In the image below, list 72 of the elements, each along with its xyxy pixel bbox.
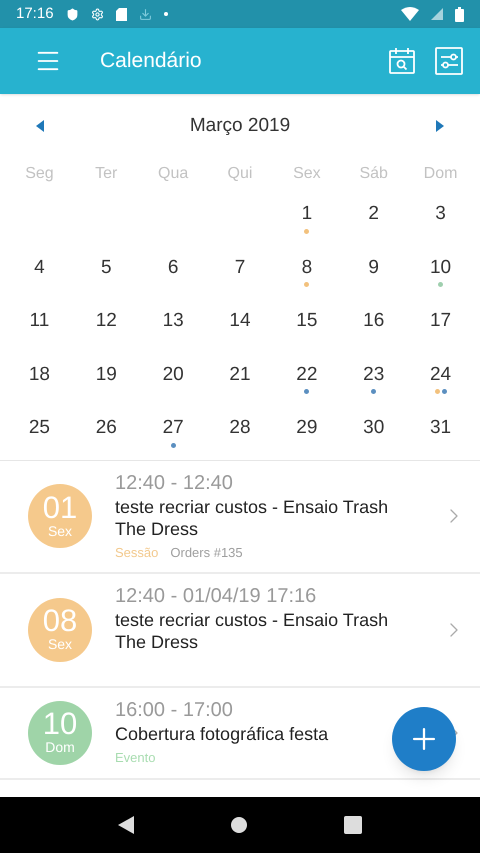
- calendar-day[interactable]: 25: [28, 416, 50, 440]
- calendar-day[interactable]: 1: [302, 202, 312, 226]
- calendar-day[interactable]: 4: [34, 256, 45, 280]
- dot-icon: [164, 12, 168, 16]
- date-weekday: Dom: [45, 739, 75, 757]
- calendar-day[interactable]: 16: [363, 309, 384, 333]
- calendar-day[interactable]: 10: [430, 256, 452, 280]
- event-tag: Sessão: [115, 542, 158, 562]
- app-title: Calendário: [100, 48, 203, 74]
- date-day: 08: [42, 605, 78, 636]
- calendar-day[interactable]: 21: [229, 362, 251, 386]
- back-icon[interactable]: [118, 816, 134, 834]
- weekday-label: Seg: [24, 164, 55, 184]
- weekday-label: Qua: [157, 164, 190, 184]
- next-arrow-icon[interactable]: [436, 120, 444, 132]
- event-time: 12:40 - 12:40: [115, 470, 234, 496]
- weekday-label: Sex: [292, 164, 322, 184]
- weekday-label: Ter: [94, 164, 118, 184]
- calendar-day[interactable]: 2: [368, 202, 379, 226]
- calendar-day[interactable]: 7: [234, 256, 246, 280]
- calendar-day[interactable]: 13: [162, 309, 184, 333]
- calendar-day[interactable]: 28: [229, 416, 251, 440]
- calendar-day[interactable]: 3: [435, 202, 446, 226]
- calendar-day[interactable]: 14: [229, 309, 251, 333]
- event-title: teste recriar custos - Ensaio Trash The Dress: [115, 608, 390, 652]
- event-row[interactable]: 08 Sex 12:40 - 01/04/19 17:16 teste recriar custos - Ensaio Trash The Dress: [0, 574, 480, 688]
- calendar-day[interactable]: 17: [430, 309, 452, 333]
- event-tag: Orders #135: [170, 542, 243, 562]
- event-time: 12:40 - 01/04/19 17:16: [115, 584, 318, 608]
- calendar-day[interactable]: 26: [96, 416, 117, 440]
- event-time: 16:00 - 17:00: [115, 698, 234, 722]
- calendar-day[interactable]: 9: [368, 256, 379, 280]
- calendar-day[interactable]: 29: [296, 416, 318, 440]
- event-row[interactable]: 01 Sex 12:40 - 12:40 teste recriar custos - Ensaio Trash The Dress Sessão Orders #135: [0, 460, 480, 574]
- calendar-day[interactable]: 12: [96, 309, 117, 333]
- calendar-day[interactable]: 22: [296, 362, 318, 386]
- calendar-day[interactable]: 15: [296, 309, 318, 333]
- wifi-icon: [401, 7, 419, 21]
- event-title: Cobertura fotográfica festa: [115, 722, 330, 744]
- calendar-day[interactable]: 31: [430, 416, 452, 440]
- weekday-label: Qui: [226, 164, 254, 184]
- date-weekday: Sex: [48, 636, 72, 654]
- weekday-label: Sáb: [358, 164, 389, 184]
- signal-icon: [431, 8, 443, 20]
- event-title: teste recriar custos - Ensaio Trash The Dress: [115, 496, 390, 540]
- weekday-label: Dom: [422, 164, 458, 184]
- calendar-day[interactable]: 30: [363, 416, 384, 440]
- date-day: 01: [42, 492, 78, 523]
- calendar-day[interactable]: 23: [363, 362, 384, 386]
- calendar-day[interactable]: 11: [30, 309, 50, 333]
- date-day: 10: [42, 708, 78, 740]
- calendar-day[interactable]: 5: [100, 256, 112, 280]
- calendar-search-icon[interactable]: [388, 47, 416, 75]
- date-weekday: Sex: [48, 522, 72, 540]
- sd-card-icon: [116, 8, 127, 20]
- shield-icon: [66, 8, 79, 20]
- month-title: Março 2019: [190, 114, 290, 138]
- calendar-day[interactable]: 8: [302, 256, 312, 280]
- previous-arrow-icon[interactable]: [36, 120, 44, 132]
- battery-icon: [455, 6, 464, 22]
- calendar-day[interactable]: 18: [28, 362, 50, 386]
- gear-icon: [90, 8, 104, 20]
- settings-sliders-icon[interactable]: [435, 47, 463, 75]
- download-icon: [138, 8, 152, 20]
- calendar-day[interactable]: 20: [162, 362, 184, 386]
- calendar-day[interactable]: 27: [162, 416, 184, 440]
- home-icon[interactable]: [230, 816, 248, 834]
- calendar-day[interactable]: 6: [168, 256, 178, 280]
- clock-time: 17:16: [16, 4, 54, 24]
- calendar-day[interactable]: 19: [96, 362, 117, 386]
- event-tag: Evento: [115, 748, 156, 767]
- calendar-day[interactable]: 24: [430, 362, 452, 386]
